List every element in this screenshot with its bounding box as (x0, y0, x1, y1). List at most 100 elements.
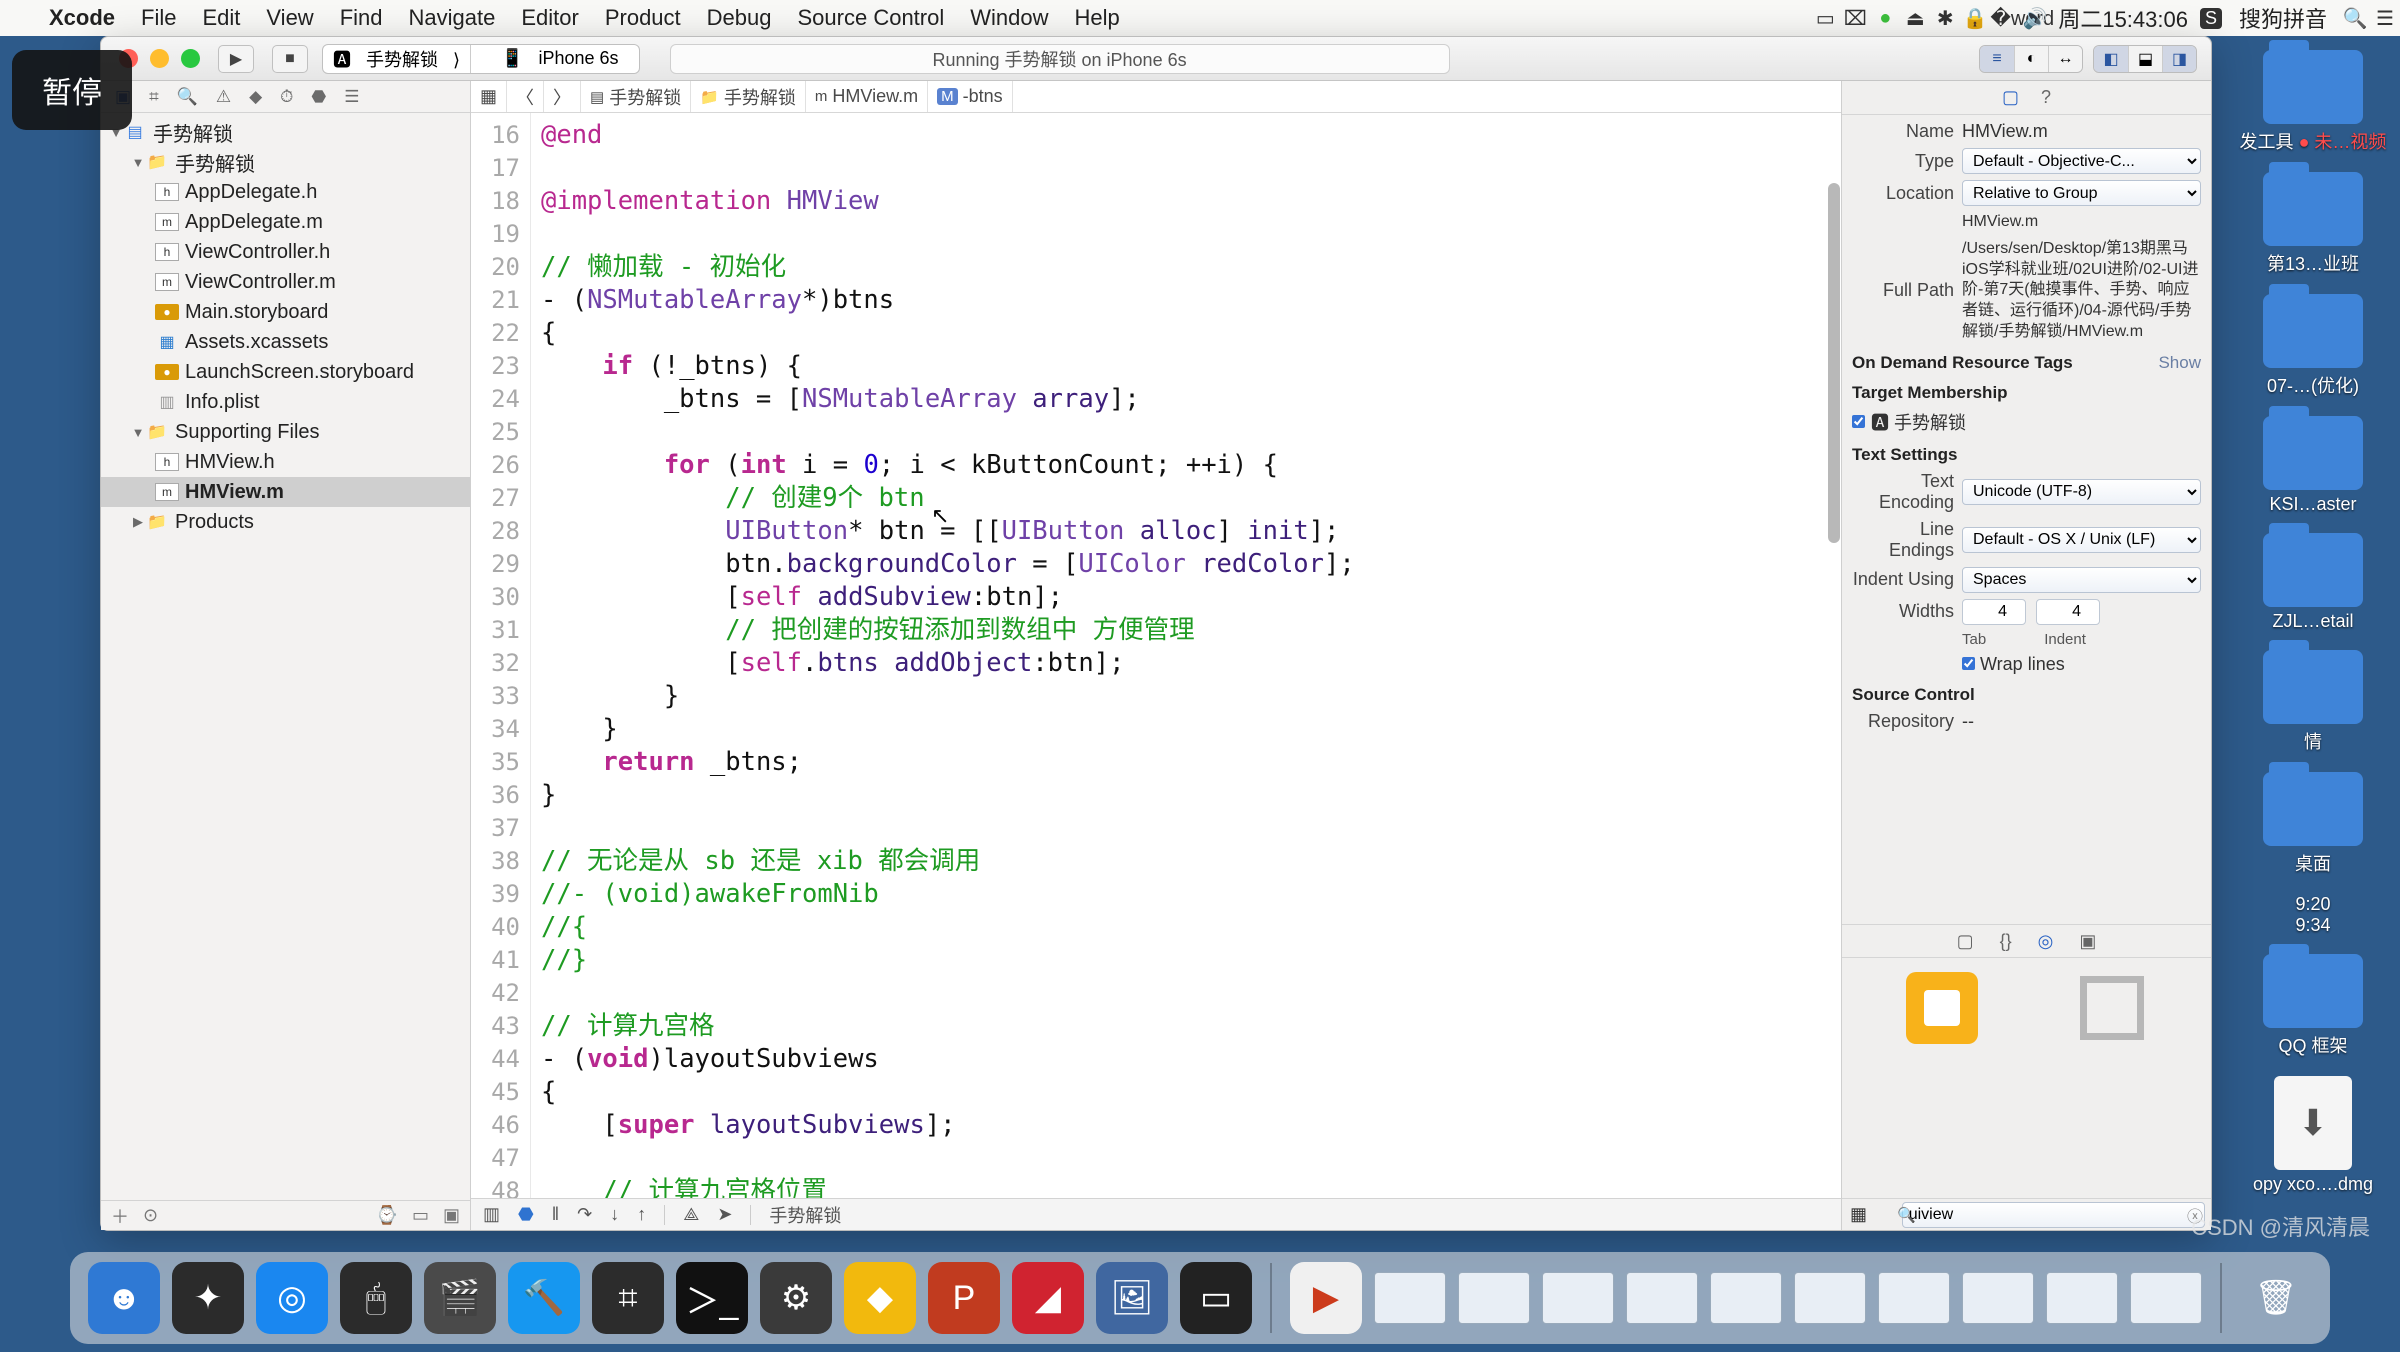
clear-filter-icon[interactable]: ▣ (443, 1205, 460, 1226)
desktop-folder[interactable]: ZJL…etail (2238, 533, 2388, 632)
dock-xcode[interactable]: 🔨 (508, 1262, 580, 1334)
pause-debug-icon[interactable]: ‖ (552, 1204, 559, 1225)
window-minimize-button[interactable] (150, 49, 169, 68)
jump-bar[interactable]: ▦ 〈 〉 ▤手势解锁 📁手势解锁 mHMView.m M-btns (471, 81, 1841, 113)
tree-file-selected[interactable]: mHMView.m (101, 477, 470, 507)
dock-minimized-window[interactable] (2130, 1272, 2202, 1324)
desktop-folder[interactable]: 07-…(优化) (2238, 294, 2388, 398)
tree-group-products[interactable]: ▶📁Products (101, 507, 470, 537)
status-ime-badge[interactable]: S (2200, 8, 2222, 29)
breakpoints-toggle-icon[interactable]: ⬣ (518, 1204, 534, 1225)
location-debug-icon[interactable]: ➤ (717, 1204, 732, 1225)
dock-trash[interactable]: 🗑 (2240, 1262, 2312, 1334)
status-eject-icon[interactable]: ⏏ (1900, 6, 1930, 31)
tree-file[interactable]: mViewController.m (101, 267, 470, 297)
debug-target[interactable]: 手势解锁 (769, 1202, 841, 1228)
lib-uiview[interactable] (2057, 968, 2167, 1048)
desktop-folder[interactable]: 发工具 ● 未…视频 (2238, 50, 2388, 154)
dock-terminal[interactable]: ＞_ (676, 1262, 748, 1334)
media-lib-icon[interactable]: ▣ (2079, 931, 2096, 952)
toggle-debug-icon[interactable]: ⬓ (2128, 46, 2162, 72)
dock-settings[interactable]: ⚙ (760, 1262, 832, 1334)
media-pause-overlay[interactable]: 暂停 (12, 50, 132, 130)
menu-product[interactable]: Product (592, 5, 694, 31)
find-navigator-tab-icon[interactable]: 🔍 (177, 87, 198, 107)
scheme-selector[interactable]: 🅰 手势解锁 ⟩ 📱 iPhone 6s (322, 44, 640, 74)
file-inspector-tab-icon[interactable]: ▢ (2002, 87, 2019, 108)
tree-group[interactable]: ▼📁手势解锁 (101, 147, 470, 177)
dock-minimized-window[interactable] (2046, 1272, 2118, 1324)
run-button[interactable]: ▶ (218, 45, 254, 73)
menu-help[interactable]: Help (1062, 5, 1133, 31)
status-wifi-icon[interactable]: �word (1990, 6, 2020, 31)
quickhelp-inspector-tab-icon[interactable]: ? (2041, 87, 2051, 108)
hide-debug-icon[interactable]: ▥ (483, 1204, 500, 1225)
report-navigator-tab-icon[interactable]: ☰ (344, 87, 359, 107)
dock-launchpad[interactable]: ✦ (172, 1262, 244, 1334)
object-lib-icon[interactable]: ◎ (2038, 931, 2054, 952)
version-editor-icon[interactable]: ↔ (2048, 46, 2082, 72)
step-into-icon[interactable]: ↓ (610, 1204, 619, 1225)
scrollbar-thumb[interactable] (1828, 183, 1840, 543)
issue-navigator-tab-icon[interactable]: ⚠ (216, 87, 231, 107)
file-type-select[interactable]: Default - Objective-C... (1962, 148, 2201, 174)
tree-file[interactable]: hHMView.h (101, 447, 470, 477)
status-spotlight-icon[interactable]: 🔍 (2340, 6, 2370, 31)
object-library[interactable] (1842, 958, 2211, 1198)
grid-view-icon[interactable]: ▦ (1850, 1204, 1867, 1225)
menu-navigate[interactable]: Navigate (396, 5, 509, 31)
status-volume-icon[interactable]: 🔊 (2020, 6, 2050, 31)
wrap-lines-checkbox[interactable] (1962, 657, 1975, 670)
indent-width-input[interactable] (2036, 599, 2100, 625)
menu-view[interactable]: View (253, 5, 326, 31)
desktop-folder[interactable]: 桌面 (2238, 772, 2388, 876)
panel-toggle-segmented[interactable]: ◧⬓◨ (2093, 45, 2197, 73)
menu-find[interactable]: Find (327, 5, 396, 31)
toggle-navigator-icon[interactable]: ◧ (2094, 46, 2128, 72)
dock-app[interactable]: ▶ (1290, 1262, 1362, 1334)
dock-safari[interactable]: ◎ (256, 1262, 328, 1334)
dock-minimized-window[interactable] (1542, 1272, 1614, 1324)
menu-editor[interactable]: Editor (508, 5, 591, 31)
project-tree[interactable]: ▼▤手势解锁 ▼📁手势解锁 hAppDelegate.h mAppDelegat… (101, 113, 470, 1200)
tree-group-supporting[interactable]: ▼📁Supporting Files (101, 417, 470, 447)
filter-icon[interactable]: ⊙ (143, 1205, 158, 1226)
target-membership-checkbox[interactable] (1852, 415, 1865, 428)
dock-app[interactable]: ▭ (1180, 1262, 1252, 1334)
menu-app[interactable]: Xcode (36, 5, 128, 31)
breakpoint-navigator-tab-icon[interactable]: ⬣ (311, 87, 326, 107)
status-lock-icon[interactable]: 🔒 (1960, 6, 1990, 31)
jump-back-icon[interactable]: 〈 (507, 81, 544, 112)
menu-source-control[interactable]: Source Control (785, 5, 958, 31)
tree-file[interactable]: hAppDelegate.h (101, 177, 470, 207)
indent-using-select[interactable]: Spaces (1962, 567, 2201, 593)
jump-related-icon[interactable]: ▦ (471, 81, 507, 112)
dock-minimized-window[interactable] (1458, 1272, 1530, 1324)
desktop-folder[interactable]: QQ 框架 (2238, 954, 2388, 1058)
desktop-folder[interactable]: 第13…业班 (2238, 172, 2388, 276)
odr-show-link[interactable]: Show (2158, 353, 2201, 373)
tree-file[interactable]: ▦Assets.xcassets (101, 327, 470, 357)
jump-crumb[interactable]: M-btns (928, 81, 1013, 112)
symbol-navigator-tab-icon[interactable]: ⌗ (149, 87, 159, 107)
dock-app[interactable]: ◢ (1012, 1262, 1084, 1334)
dock-minimized-window[interactable] (1878, 1272, 1950, 1324)
file-template-lib-icon[interactable]: ▢ (1957, 931, 1974, 952)
status-displays-icon[interactable]: ⌧ (1840, 6, 1870, 31)
view-debug-icon[interactable]: ⟁ (683, 1204, 699, 1225)
text-encoding-select[interactable]: Unicode (UTF-8) (1962, 479, 2201, 505)
menu-debug[interactable]: Debug (694, 5, 785, 31)
dock-minimized-window[interactable] (1710, 1272, 1782, 1324)
desktop-file[interactable]: ⬇opy xco….dmg (2238, 1076, 2388, 1195)
tree-file[interactable]: ●LaunchScreen.storyboard (101, 357, 470, 387)
tree-file[interactable]: mAppDelegate.m (101, 207, 470, 237)
lib-viewcontroller[interactable] (1887, 968, 1997, 1048)
status-bluetooth-icon[interactable]: ✱ (1930, 6, 1960, 31)
toggle-inspector-icon[interactable]: ◨ (2162, 46, 2196, 72)
status-notifications-icon[interactable]: ☰ (2370, 6, 2400, 31)
debug-navigator-tab-icon[interactable]: ⏱ (280, 87, 293, 107)
window-zoom-button[interactable] (181, 49, 200, 68)
dock-app[interactable]: 🖱 (340, 1262, 412, 1334)
jump-crumb[interactable]: mHMView.m (806, 81, 928, 112)
tree-project-root[interactable]: ▼▤手势解锁 (101, 117, 470, 147)
